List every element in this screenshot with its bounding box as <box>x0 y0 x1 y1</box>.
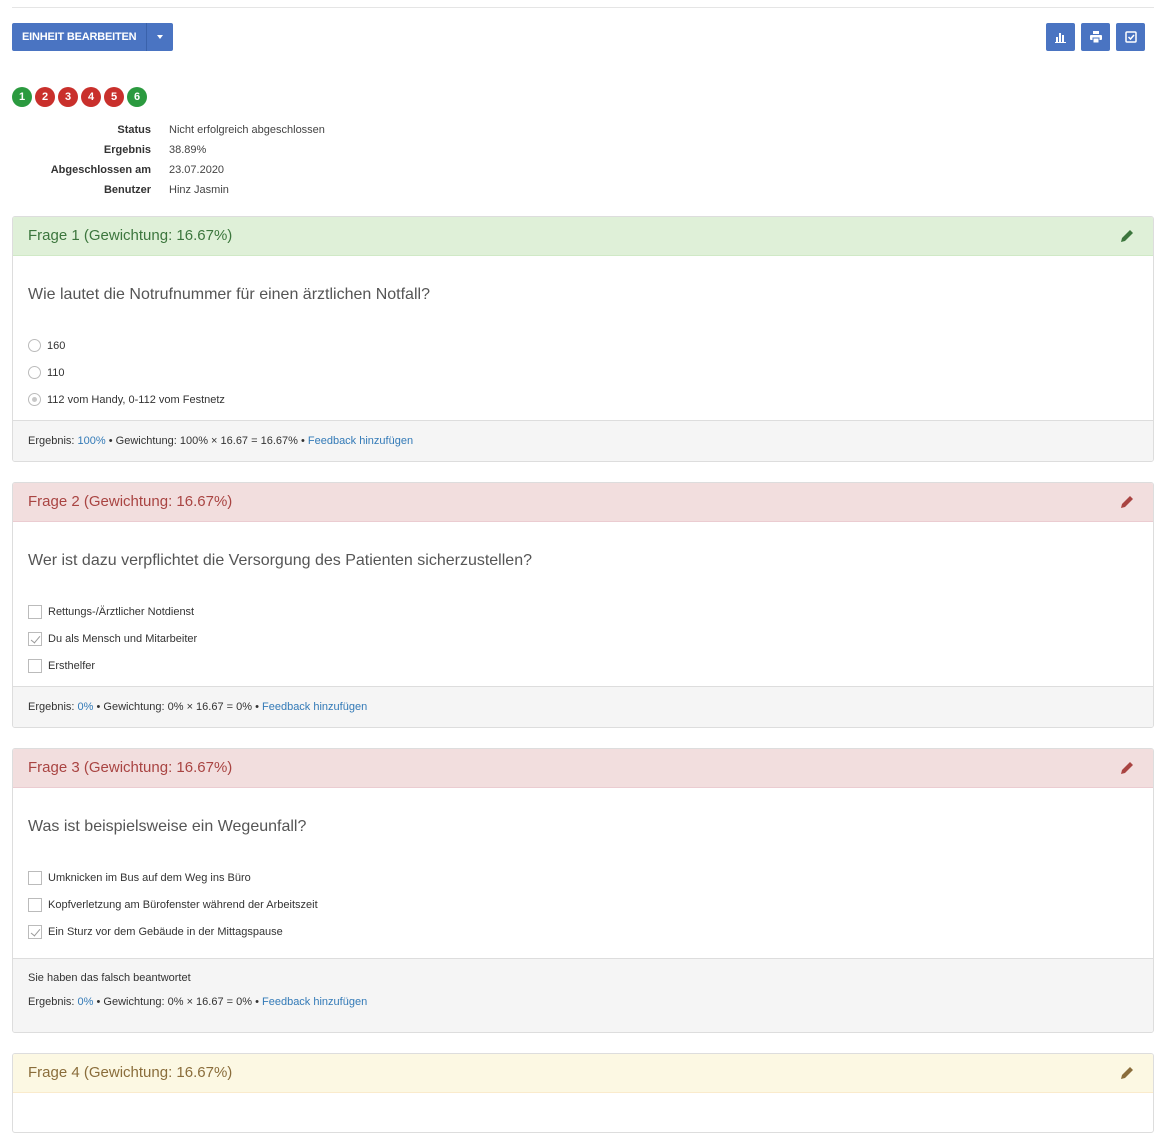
answer-label: Rettungs-/Ärztlicher Notdienst <box>48 605 195 618</box>
checkbox[interactable] <box>28 897 42 912</box>
checkbox[interactable] <box>28 658 42 673</box>
question-panel-4: Frage 4 (Gewichtung: 16.67%) <box>12 1053 1154 1133</box>
checkbox-checked[interactable] <box>28 631 42 646</box>
question-3-answers: Umknicken im Bus auf dem Weg ins Büro Ko… <box>13 852 1153 945</box>
question-1-title: Frage 1 (Gewichtung: 16.67%) <box>28 227 233 244</box>
result-percent[interactable]: 0% <box>78 996 94 1008</box>
answer-option: 112 vom Handy, 0-112 vom Festnetz <box>28 386 1138 413</box>
answer-label: Ersthelfer <box>48 659 96 672</box>
answer-option: 110 <box>28 359 1138 386</box>
weight-calculation: • Gewichtung: 0% × 16.67 = 0% • <box>96 701 259 713</box>
edit-unit-split-button: EINHEIT BEARBEITEN <box>12 23 174 51</box>
pencil-icon[interactable] <box>1119 494 1135 510</box>
pencil-icon[interactable] <box>1119 760 1135 776</box>
question-3-header: Frage 3 (Gewichtung: 16.67%) <box>13 749 1153 788</box>
result-prefix: Ergebnis: <box>28 435 75 447</box>
result-percent[interactable]: 0% <box>78 701 94 713</box>
answer-option: Rettungs-/Ärztlicher Notdienst <box>28 598 1138 625</box>
question-2-header: Frage 2 (Gewichtung: 16.67%) <box>13 483 1153 522</box>
result-value: 38.89% <box>169 144 207 156</box>
edit-unit-dropdown-toggle[interactable] <box>146 23 174 51</box>
print-icon <box>1089 31 1102 43</box>
question-3-title: Frage 3 (Gewichtung: 16.67%) <box>28 759 233 776</box>
result-row: Ergebnis 38.89% <box>12 142 325 162</box>
question-1-footer: Ergebnis: 100% • Gewichtung: 100% × 16.6… <box>13 420 1153 461</box>
caret-down-icon <box>157 35 164 39</box>
answer-option: Du als Mensch und Mitarbeiter <box>28 625 1138 652</box>
status-value: Nicht erfolgreich abgeschlossen <box>169 124 325 136</box>
question-1-text: Wie lautet die Notrufnummer für einen är… <box>28 286 430 303</box>
checkbox-checked[interactable] <box>28 924 42 939</box>
check-square-icon <box>1124 31 1137 43</box>
completed-value: 23.07.2020 <box>169 164 225 176</box>
question-badges: 1 2 3 4 5 6 <box>12 87 147 107</box>
user-row: Benutzer Hinz Jasmin <box>12 182 325 202</box>
add-feedback-link[interactable]: Feedback hinzufügen <box>262 996 367 1008</box>
result-summary: Status Nicht erfolgreich abgeschlossen E… <box>12 122 325 202</box>
answer-option: 160 <box>28 332 1138 359</box>
answer-label: 112 vom Handy, 0-112 vom Festnetz <box>47 393 225 406</box>
question-panel-2: Frage 2 (Gewichtung: 16.67%) Wer ist daz… <box>12 482 1154 728</box>
radio-button-selected[interactable] <box>28 393 41 406</box>
question-badge-4[interactable]: 4 <box>81 87 101 107</box>
question-badge-6[interactable]: 6 <box>127 87 147 107</box>
print-button[interactable] <box>1081 23 1110 51</box>
question-4-title: Frage 4 (Gewichtung: 16.67%) <box>28 1064 233 1081</box>
statistics-button[interactable] <box>1046 23 1075 51</box>
top-divider <box>12 7 1154 8</box>
radio-button[interactable] <box>28 366 41 379</box>
question-1-answers: 160 110 112 vom Handy, 0-112 vom Festnet… <box>13 320 1153 413</box>
radio-button[interactable] <box>28 339 41 352</box>
question-badge-5[interactable]: 5 <box>104 87 124 107</box>
add-feedback-link[interactable]: Feedback hinzufügen <box>262 701 367 713</box>
question-badge-2[interactable]: 2 <box>35 87 55 107</box>
add-feedback-link[interactable]: Feedback hinzufügen <box>308 435 413 447</box>
user-label: Benutzer <box>103 184 151 196</box>
result-prefix: Ergebnis: <box>28 996 75 1008</box>
answer-option: Kopfverletzung am Bürofenster während de… <box>28 891 1138 918</box>
question-2-footer: Ergebnis: 0% • Gewichtung: 0% × 16.67 = … <box>13 686 1153 727</box>
checkbox[interactable] <box>28 870 42 885</box>
bar-chart-icon <box>1054 32 1066 43</box>
completed-row: Abgeschlossen am 23.07.2020 <box>12 162 325 182</box>
status-label: Status <box>117 124 151 136</box>
weight-calculation: • Gewichtung: 100% × 16.67 = 16.67% • <box>108 435 305 447</box>
edit-unit-button[interactable]: EINHEIT BEARBEITEN <box>12 23 147 51</box>
question-panel-1: Frage 1 (Gewichtung: 16.67%) Wie lautet … <box>12 216 1154 462</box>
weight-calculation: • Gewichtung: 0% × 16.67 = 0% • <box>96 996 259 1008</box>
question-badge-3[interactable]: 3 <box>58 87 78 107</box>
answer-option: Umknicken im Bus auf dem Weg ins Büro <box>28 864 1138 891</box>
status-row: Status Nicht erfolgreich abgeschlossen <box>12 122 325 142</box>
answer-label: Ein Sturz vor dem Gebäude in der Mittags… <box>48 925 283 938</box>
answer-label: Umknicken im Bus auf dem Weg ins Büro <box>48 871 251 884</box>
review-button[interactable] <box>1116 23 1145 51</box>
result-label: Ergebnis <box>103 144 151 156</box>
question-2-text: Wer ist dazu verpflichtet die Versorgung… <box>28 552 532 569</box>
answer-label: 160 <box>47 339 66 352</box>
result-prefix: Ergebnis: <box>28 701 75 713</box>
answer-label: Du als Mensch und Mitarbeiter <box>48 632 198 645</box>
result-percent[interactable]: 100% <box>78 435 106 447</box>
checkbox[interactable] <box>28 604 42 619</box>
toolbar: EINHEIT BEARBEITEN <box>12 23 174 51</box>
question-4-header: Frage 4 (Gewichtung: 16.67%) <box>13 1054 1153 1093</box>
answer-label: Kopfverletzung am Bürofenster während de… <box>48 898 318 911</box>
wrong-answer-note: Sie haben das falsch beantwortet <box>28 972 191 984</box>
question-panel-3: Frage 3 (Gewichtung: 16.67%) Was ist bei… <box>12 748 1154 1033</box>
user-value: Hinz Jasmin <box>169 184 229 196</box>
question-3-text: Was ist beispielsweise ein Wegeunfall? <box>28 818 307 835</box>
pencil-icon[interactable] <box>1119 228 1135 244</box>
question-2-title: Frage 2 (Gewichtung: 16.67%) <box>28 493 233 510</box>
answer-label: 110 <box>47 366 65 379</box>
answer-option: Ersthelfer <box>28 652 1138 679</box>
question-badge-1[interactable]: 1 <box>12 87 32 107</box>
completed-label: Abgeschlossen am <box>50 164 151 176</box>
question-3-footer: Sie haben das falsch beantwortet Ergebni… <box>13 958 1153 1032</box>
question-1-header: Frage 1 (Gewichtung: 16.67%) <box>13 217 1153 256</box>
pencil-icon[interactable] <box>1119 1065 1135 1081</box>
question-2-answers: Rettungs-/Ärztlicher Notdienst Du als Me… <box>13 586 1153 679</box>
right-toolbar <box>1046 23 1145 51</box>
answer-option: Ein Sturz vor dem Gebäude in der Mittags… <box>28 918 1138 945</box>
